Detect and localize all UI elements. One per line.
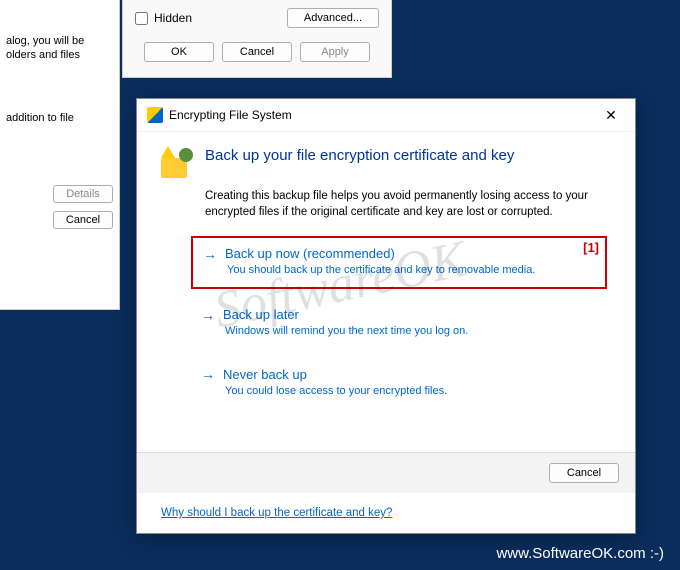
option-title: Never back up (223, 367, 307, 382)
option-title: Back up now (recommended) (225, 246, 395, 261)
bg-text-fragment-1: alog, you will be olders and files (6, 34, 113, 63)
cancel-button[interactable]: Cancel (549, 463, 619, 483)
efs-wizard-icon (161, 146, 193, 178)
bg-text-fragment-2: addition to file (6, 111, 113, 125)
efs-wizard-dialog: Encrypting File System ✕ Back up your fi… (136, 98, 636, 534)
arrow-right-icon: → (201, 308, 215, 322)
watermark-bottom: www.SoftwareOK.com :-) (496, 545, 664, 562)
background-dialog-fragment-top: Hidden Advanced... OK Cancel Apply (122, 0, 392, 78)
dialog-heading: Back up your file encryption certificate… (205, 146, 514, 166)
hidden-label: Hidden (154, 11, 192, 25)
option-subtitle: Windows will remind you the next time yo… (225, 324, 597, 338)
option-never-backup[interactable]: → Never back up You could lose access to… (191, 359, 607, 408)
details-button[interactable]: Details (53, 185, 113, 203)
help-link-row: Why should I back up the certificate and… (137, 493, 635, 533)
dialog-footer: Cancel (137, 452, 635, 493)
option-subtitle: You could lose access to your encrypted … (225, 384, 597, 398)
hidden-checkbox[interactable] (135, 12, 148, 25)
background-dialog-fragment-left: alog, you will be olders and files addit… (0, 0, 120, 310)
annotation-marker: [1] (583, 240, 599, 255)
arrow-right-icon: → (203, 247, 217, 261)
options-list: [1] → Back up now (recommended) You shou… (191, 236, 607, 418)
window-title: Encrypting File System (169, 108, 292, 122)
ok-button[interactable]: OK (144, 42, 214, 62)
dialog-body: Back up your file encryption certificate… (137, 132, 635, 452)
option-subtitle: You should back up the certificate and k… (227, 263, 595, 277)
advanced-button[interactable]: Advanced... (287, 8, 379, 28)
cancel-button-bg2[interactable]: Cancel (222, 42, 292, 62)
option-title: Back up later (223, 307, 299, 322)
help-link[interactable]: Why should I back up the certificate and… (161, 507, 392, 519)
close-icon: ✕ (605, 107, 617, 124)
option-backup-now[interactable]: [1] → Back up now (recommended) You shou… (191, 236, 607, 289)
shield-icon (147, 107, 163, 123)
titlebar: Encrypting File System ✕ (137, 99, 635, 132)
close-button[interactable]: ✕ (597, 105, 625, 125)
apply-button[interactable]: Apply (300, 42, 370, 62)
arrow-right-icon: → (201, 367, 215, 381)
option-backup-later[interactable]: → Back up later Windows will remind you … (191, 299, 607, 348)
dialog-description: Creating this backup file helps you avoi… (205, 188, 611, 220)
cancel-button-bg1[interactable]: Cancel (53, 211, 113, 229)
